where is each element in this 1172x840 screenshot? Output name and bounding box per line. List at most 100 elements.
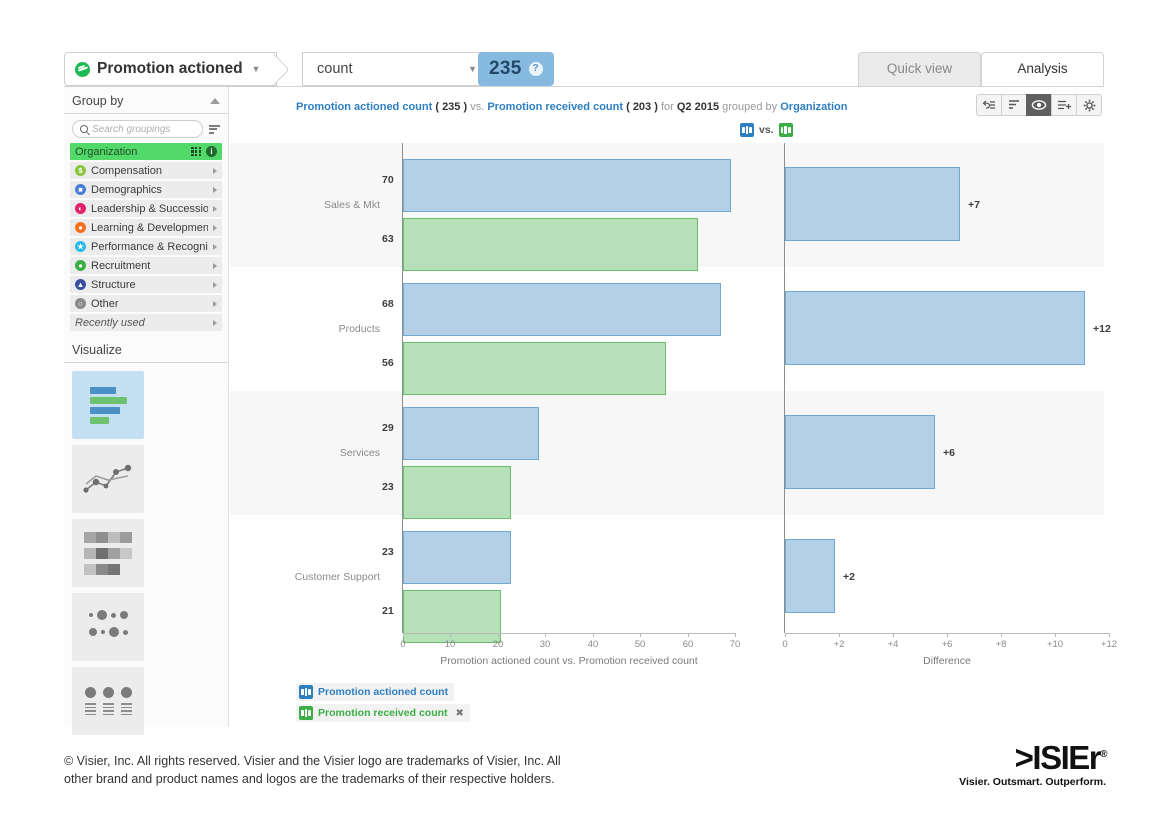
sidebar-item-other[interactable]: ○ Other xyxy=(70,295,222,312)
sort-icon[interactable] xyxy=(209,124,220,134)
axis-tick xyxy=(450,633,451,637)
left-x-axis xyxy=(403,633,736,634)
vs-text: vs. xyxy=(759,124,774,136)
axis-tick-label: 20 xyxy=(492,639,504,650)
category-label: Sales & Mkt xyxy=(323,199,380,211)
bar-actioned[interactable] xyxy=(403,159,731,212)
bar-value-label: 56 xyxy=(382,357,394,369)
view-tabs: Quick view Analysis xyxy=(858,52,1104,86)
viz-heatmap-chart[interactable] xyxy=(72,519,144,587)
recruitment-icon: ● xyxy=(75,260,86,271)
eye-icon[interactable] xyxy=(1026,94,1052,116)
heatmap-icon xyxy=(84,531,132,575)
sidebar-item-label: Performance & Recognition xyxy=(91,240,208,253)
bar-value-label: 23 xyxy=(382,481,394,493)
chevron-right-icon[interactable] xyxy=(213,205,217,212)
leadership-icon: ◐ xyxy=(75,203,86,214)
viz-profile-table[interactable] xyxy=(72,667,144,735)
viz-line-chart[interactable] xyxy=(72,445,144,513)
search-placeholder: Search groupings xyxy=(92,123,171,135)
sidebar-item-label: Leadership & Succession xyxy=(91,202,208,215)
bar-difference[interactable] xyxy=(785,167,960,241)
chevron-right-icon[interactable] xyxy=(213,186,217,193)
add-list-icon[interactable] xyxy=(1051,94,1077,116)
info-icon[interactable]: i xyxy=(206,146,217,157)
tab-quick-view[interactable]: Quick view xyxy=(858,52,981,86)
left-sidebar: Group by Search groupings Organization i… xyxy=(64,87,229,735)
viz-bubble-chart[interactable] xyxy=(72,593,144,661)
help-icon[interactable]: ? xyxy=(528,62,543,76)
sort-bars-icon[interactable] xyxy=(1001,94,1027,116)
group-by-header: Group by xyxy=(64,87,228,114)
bar-received[interactable] xyxy=(403,342,666,395)
gear-icon[interactable] xyxy=(1076,94,1102,116)
sidebar-item-structure[interactable]: ▲ Structure xyxy=(70,276,222,293)
bar-difference[interactable] xyxy=(785,291,1085,365)
axis-tick-label: +6 xyxy=(941,639,953,650)
tab-analysis[interactable]: Analysis xyxy=(981,52,1104,86)
viz-bar-chart[interactable] xyxy=(72,371,144,439)
sidebar-item-recently-used[interactable]: Recently used xyxy=(70,314,222,331)
metric-value-badge[interactable]: 235 ? xyxy=(478,52,554,86)
bar-actioned[interactable] xyxy=(403,531,511,584)
axis-tick xyxy=(785,633,786,637)
chevron-right-icon[interactable] xyxy=(213,300,217,307)
sidebar-item-learning-development[interactable]: ● Learning & Development xyxy=(70,219,222,236)
sidebar-item-demographics[interactable]: ■ Demographics xyxy=(70,181,222,198)
bubble-chart-icon xyxy=(88,610,128,644)
visualize-grid xyxy=(64,363,228,743)
bar-received[interactable] xyxy=(403,590,501,643)
breadcrumb-group[interactable]: Organization xyxy=(780,101,847,113)
sidebar-item-performance-recognition[interactable]: ★ Performance & Recognition xyxy=(70,238,222,255)
logo-wordmark: >ISIEr® xyxy=(959,738,1108,775)
sidebar-item-organization[interactable]: Organization i xyxy=(70,143,222,160)
chevron-right-icon[interactable] xyxy=(213,243,217,250)
bar-received[interactable] xyxy=(403,218,698,271)
chevron-right-icon[interactable] xyxy=(213,319,217,326)
search-input[interactable]: Search groupings xyxy=(72,120,203,138)
axis-tick-label: 30 xyxy=(539,639,551,650)
copyright-line-1: © Visier, Inc. All rights reserved. Visi… xyxy=(64,754,561,768)
left-axis-title: Promotion actioned count vs. Promotion r… xyxy=(440,655,698,667)
breadcrumb-metric-a[interactable]: Promotion actioned count xyxy=(296,101,432,113)
axis-tick-label: +4 xyxy=(887,639,899,650)
grid-icon[interactable] xyxy=(191,146,201,157)
chevron-right-icon[interactable] xyxy=(213,262,217,269)
axis-tick-label: 0 xyxy=(782,639,788,650)
bar-actioned[interactable] xyxy=(403,407,539,460)
bar-difference[interactable] xyxy=(785,539,835,613)
sidebar-item-recruitment[interactable]: ● Recruitment xyxy=(70,257,222,274)
breadcrumb-value-a: ( 235 ) xyxy=(435,101,468,113)
undo-list-icon[interactable] xyxy=(976,94,1002,116)
bar-value-label: 70 xyxy=(382,174,394,186)
axis-tick-label: +10 xyxy=(1046,639,1064,650)
metric-name-selector[interactable]: Promotion actioned ▼ xyxy=(64,52,278,86)
legend-item-received[interactable]: Promotion received count ✖ xyxy=(296,704,470,722)
breadcrumb-period[interactable]: Q2 2015 xyxy=(677,101,719,113)
series-b-icon xyxy=(299,706,313,720)
axis-tick xyxy=(545,633,546,637)
visualize-title: Visualize xyxy=(64,335,228,363)
axis-tick xyxy=(893,633,894,637)
chevron-right-icon[interactable] xyxy=(213,167,217,174)
sidebar-item-compensation[interactable]: $ Compensation xyxy=(70,162,222,179)
axis-tick xyxy=(403,633,404,637)
axis-tick xyxy=(498,633,499,637)
close-icon[interactable]: ✖ xyxy=(456,708,464,719)
bar-actioned[interactable] xyxy=(403,283,721,336)
sidebar-item-leadership-succession[interactable]: ◐ Leadership & Succession xyxy=(70,200,222,217)
other-icon: ○ xyxy=(75,298,86,309)
collapse-icon[interactable] xyxy=(210,98,220,104)
aggregation-selector[interactable]: count ▼ xyxy=(302,52,488,86)
chevron-right-icon[interactable] xyxy=(213,281,217,288)
bar-received[interactable] xyxy=(403,466,511,519)
bar-difference[interactable] xyxy=(785,415,935,489)
legend-item-actioned[interactable]: Promotion actioned count xyxy=(296,683,455,701)
chevron-right-icon[interactable] xyxy=(213,224,217,231)
axis-tick xyxy=(593,633,594,637)
difference-label: +7 xyxy=(968,199,980,211)
breadcrumb-grouped-by: grouped by xyxy=(722,101,778,113)
breadcrumb-metric-b[interactable]: Promotion received count xyxy=(487,101,623,113)
sidebar-item-label: Demographics xyxy=(91,183,162,196)
promotion-icon xyxy=(75,61,90,77)
